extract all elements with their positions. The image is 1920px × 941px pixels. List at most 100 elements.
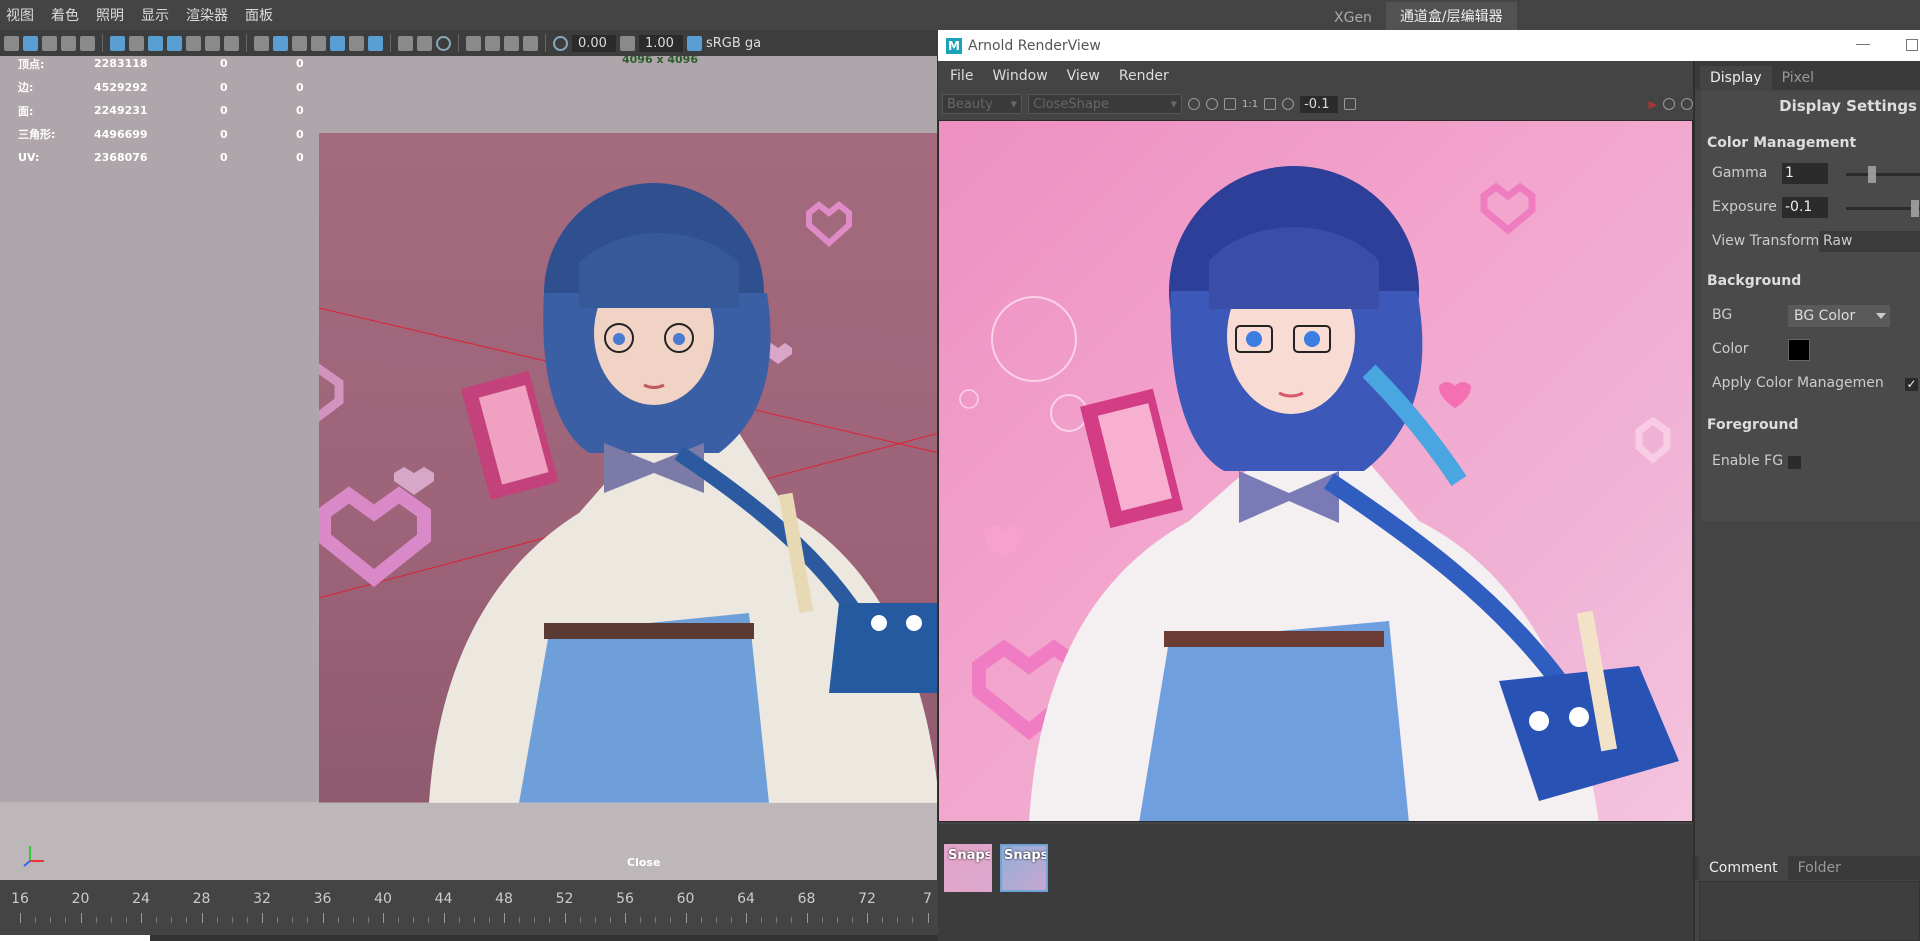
stop-render-icon[interactable]: ▶ <box>1649 98 1657 111</box>
lights-icon[interactable] <box>330 35 345 51</box>
aov-dropdown[interactable]: Beauty ▾ <box>942 94 1022 114</box>
hud-value: 0 <box>296 80 304 94</box>
menu-lighting[interactable]: 照明 <box>96 5 124 25</box>
shadows-icon[interactable] <box>349 35 364 51</box>
exposure-gear-icon[interactable] <box>1282 98 1295 110</box>
wireframe-on-shaded-icon[interactable] <box>292 35 307 51</box>
safe-title-icon[interactable] <box>224 35 239 51</box>
menu-render[interactable]: Render <box>1119 68 1169 84</box>
enable-fg-checkbox[interactable] <box>1788 456 1801 469</box>
menu-view[interactable]: View <box>1067 68 1100 84</box>
menu-view[interactable]: 视图 <box>6 5 34 25</box>
maya-viewport[interactable]: 顶点: 2283118 0 0 边: 4529292 0 0 面: 2249231 0 0 三角形… <box>0 56 938 880</box>
color-management-icon[interactable] <box>687 35 702 51</box>
fit-icon[interactable] <box>1224 98 1236 110</box>
exposure-icon[interactable] <box>553 35 568 51</box>
crop-icon[interactable] <box>1264 98 1277 110</box>
gamma-slider-handle[interactable] <box>1867 166 1876 183</box>
xray-joints-icon[interactable] <box>523 35 538 51</box>
view-transform-field[interactable]: Raw <box>1819 231 1920 252</box>
ambient-occlusion-icon[interactable] <box>368 35 383 51</box>
field-chart-icon[interactable] <box>186 35 201 51</box>
anti-alias-icon[interactable] <box>417 35 432 51</box>
range-slider-handle[interactable] <box>0 935 150 941</box>
maximize-icon[interactable] <box>1906 39 1918 51</box>
gamma-icon[interactable] <box>620 35 635 51</box>
menu-renderer[interactable]: 渲染器 <box>186 5 228 25</box>
tab-display[interactable]: Display <box>1700 66 1772 90</box>
resolution-gate-icon[interactable] <box>148 35 163 51</box>
image-plane-icon[interactable] <box>61 35 76 51</box>
gamma-input[interactable]: 1.00 <box>639 34 683 52</box>
motion-blur-icon[interactable] <box>398 35 413 51</box>
exposure-input[interactable]: 0.00 <box>572 34 616 52</box>
bg-color-swatch[interactable] <box>1788 339 1810 361</box>
apply-cm-checkbox[interactable]: ✓ <box>1905 378 1918 391</box>
exposure-input[interactable]: -0.1 <box>1782 197 1828 218</box>
select-camera-icon[interactable] <box>466 35 481 51</box>
menu-panels[interactable]: 面板 <box>245 5 273 25</box>
toolbar-divider <box>545 34 546 52</box>
arnold-renderview-window: M Arnold RenderView File Window View Ren… <box>938 30 1920 941</box>
timeline-tick <box>125 917 127 923</box>
bookmark-icon[interactable] <box>42 35 57 51</box>
hud-value: 0 <box>220 104 228 118</box>
tab-comment[interactable]: Comment <box>1699 856 1788 880</box>
hud-value: 4496699 <box>94 127 148 141</box>
exposure-field[interactable]: -0.1 <box>1300 95 1339 113</box>
ratio-label[interactable]: 1:1 <box>1242 99 1258 110</box>
exposure-slider-handle[interactable] <box>1910 200 1919 217</box>
isolate-select-icon[interactable] <box>485 35 500 51</box>
snapshot-thumbnail[interactable]: Snapsh <box>944 844 992 892</box>
isolate-icon[interactable] <box>1206 98 1218 110</box>
timeline-tick <box>821 917 823 923</box>
window-titlebar[interactable]: M Arnold RenderView <box>938 30 1920 61</box>
tab-channel-box[interactable]: 通道盒/层编辑器 <box>1385 2 1517 30</box>
hud-value: 0 <box>220 127 228 141</box>
timeline-tick <box>95 917 97 923</box>
camera-dropdown[interactable]: CloseShape ▾ <box>1028 94 1182 114</box>
comment-textarea[interactable] <box>1699 881 1920 941</box>
hud-value: 2368076 <box>94 151 148 165</box>
gamma-slider[interactable] <box>1846 166 1920 183</box>
film-gate-icon[interactable] <box>129 35 144 51</box>
timeline-tick <box>806 913 808 923</box>
grease-pencil-icon[interactable] <box>80 35 95 51</box>
timeline-tick-label: 32 <box>253 891 271 907</box>
close-label[interactable]: Close <box>627 856 660 869</box>
grid-icon[interactable] <box>110 35 125 51</box>
color-picker-icon[interactable] <box>1344 98 1357 110</box>
gate-mask-icon[interactable] <box>167 35 182 51</box>
textured-icon[interactable] <box>311 35 326 51</box>
menu-show[interactable]: 显示 <box>141 5 169 25</box>
minimize-icon[interactable] <box>1856 44 1870 45</box>
timeline-tick <box>277 917 279 923</box>
tab-xgen[interactable]: XGen <box>1320 6 1386 30</box>
menu-window[interactable]: Window <box>992 68 1047 84</box>
timeline-tick <box>746 913 747 923</box>
hud-row: UV: 2368076 0 0 <box>18 146 304 170</box>
camera-icon[interactable] <box>4 35 19 51</box>
colorspace-label[interactable]: sRGB ga <box>706 36 761 51</box>
wireframe-icon[interactable] <box>254 35 269 51</box>
camera-attributes-icon[interactable] <box>23 35 38 51</box>
safe-action-icon[interactable] <box>205 35 220 51</box>
gamma-input[interactable]: 1 <box>1782 163 1828 184</box>
channel-icon[interactable] <box>1188 98 1200 110</box>
timeline-tick <box>141 913 142 923</box>
settings-gear-icon[interactable] <box>1681 98 1693 110</box>
rendered-character-image <box>959 166 1679 821</box>
menu-file[interactable]: File <box>950 68 973 84</box>
time-slider[interactable]: 16 20 24 28 32 36 40 44 48 52 56 60 64 68 72 7 <box>0 880 938 935</box>
depth-of-field-icon[interactable] <box>436 35 451 51</box>
snapshot-thumbnail[interactable]: Snapsh <box>1000 844 1048 892</box>
xray-icon[interactable] <box>504 35 519 51</box>
exposure-slider[interactable] <box>1846 200 1920 217</box>
menu-shading[interactable]: 着色 <box>51 5 79 25</box>
smooth-shade-icon[interactable] <box>273 35 288 51</box>
tab-folder[interactable]: Folder <box>1788 856 1851 880</box>
refresh-icon[interactable] <box>1663 98 1675 110</box>
tab-pixel[interactable]: Pixel <box>1772 66 1824 90</box>
bg-mode-dropdown[interactable]: BG Color <box>1788 305 1890 327</box>
render-image[interactable] <box>938 120 1693 822</box>
